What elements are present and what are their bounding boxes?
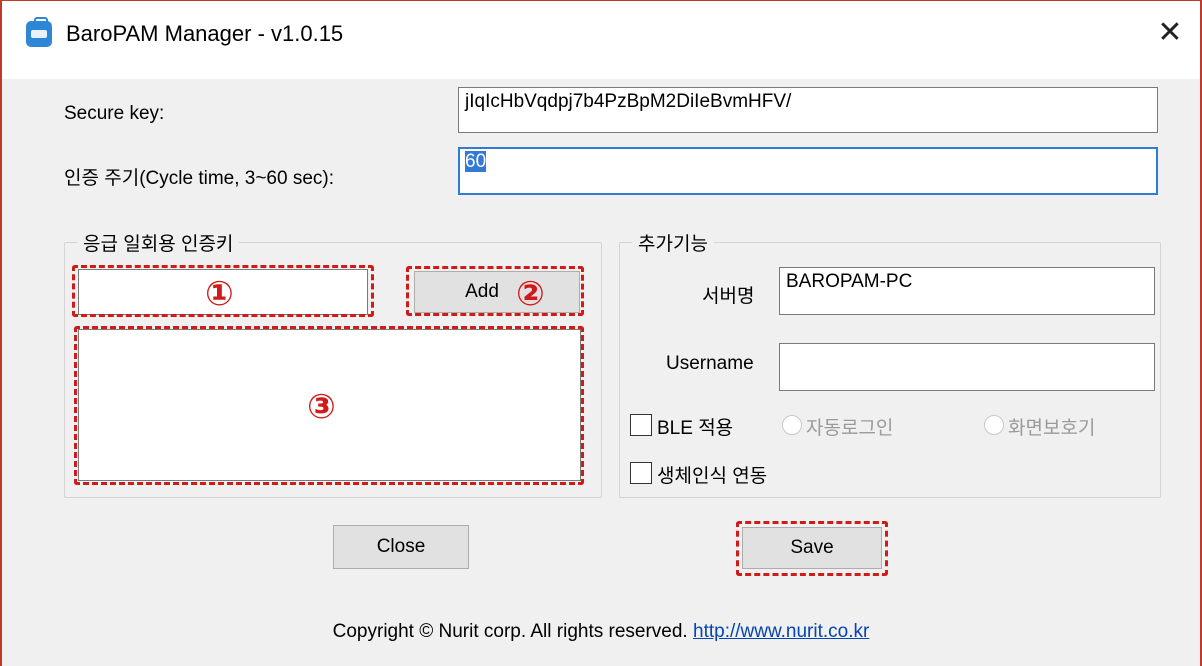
marker-3: ③ [307,387,336,427]
ble-checkbox[interactable] [630,414,652,436]
cycle-time-label: 인증 주기(Cycle time, 3~60 sec): [64,168,335,189]
baropam-manager-window: BaroPAM Manager - v1.0.15 ✕ Secure key: … [0,0,1202,666]
auto-login-label: 자동로그인 [806,418,894,439]
screensaver-radio[interactable] [984,415,1004,435]
marker-1: ① [205,274,234,314]
app-briefcase-icon [26,17,52,47]
marker-2: ② [516,274,545,314]
emergency-otp-group-title: 응급 일회용 인증키 [77,229,240,256]
window-close-icon[interactable]: ✕ [1152,15,1188,51]
extra-features-group-title: 추가기능 [632,229,714,256]
footer: Copyright © Nurit corp. All rights reser… [2,621,1200,643]
biometric-checkbox[interactable] [630,462,652,484]
server-name-field[interactable]: BAROPAM-PC [779,267,1155,315]
close-button[interactable]: Close [333,525,469,569]
cycle-time-value: 60 [465,151,487,172]
highlight-box-save [736,521,888,576]
highlight-box-2 [406,266,584,316]
secure-key-label: Secure key: [64,103,165,124]
title-bar[interactable]: BaroPAM Manager - v1.0.15 ✕ [2,1,1200,79]
window-title: BaroPAM Manager - v1.0.15 [66,21,344,46]
server-name-value: BAROPAM-PC [786,271,913,292]
screensaver-label: 화면보호기 [1008,418,1096,439]
auto-login-radio[interactable] [782,415,802,435]
close-button-label: Close [376,536,426,557]
copyright-text: Copyright © Nurit corp. All rights reser… [332,621,688,642]
server-name-label: 서버명 [702,286,755,307]
website-link[interactable]: http://www.nurit.co.kr [693,621,869,642]
biometric-label: 생체인식 연동 [657,466,768,487]
username-label: Username [666,353,754,374]
ble-label: BLE 적용 [657,418,734,439]
cycle-time-field[interactable]: 60 [458,147,1158,195]
username-field[interactable] [779,343,1155,391]
secure-key-field[interactable]: jIqIcHbVqdpj7b4PzBpM2DiIeBvmHFV/ [458,87,1158,133]
secure-key-value: jIqIcHbVqdpj7b4PzBpM2DiIeBvmHFV/ [465,91,792,112]
